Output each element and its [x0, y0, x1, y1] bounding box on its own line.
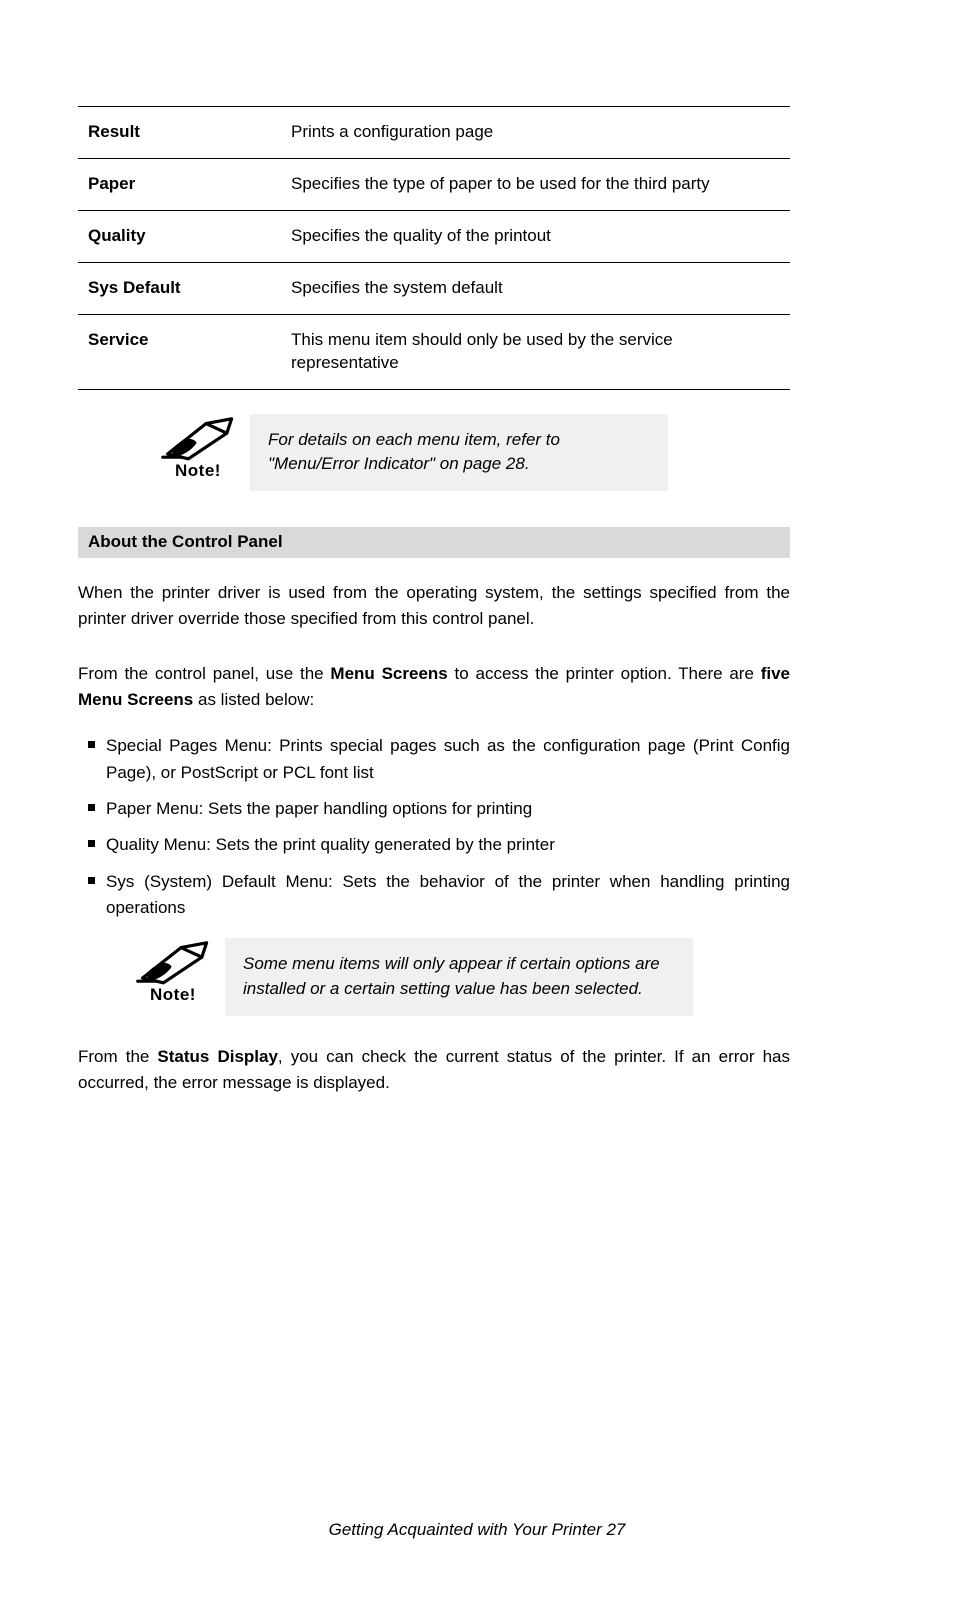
- paragraph: From the Status Display, you can check t…: [78, 1044, 790, 1097]
- list-item: Sys (System) Default Menu: Sets the beha…: [78, 869, 790, 922]
- paragraph: When the printer driver is used from the…: [78, 580, 790, 633]
- table-row: Service This menu item should only be us…: [78, 314, 790, 389]
- section-heading: About the Control Panel: [78, 527, 790, 558]
- list-item: Paper Menu: Sets the paper handling opti…: [78, 796, 790, 822]
- paragraph: From the control panel, use the Menu Scr…: [78, 661, 790, 714]
- bullet-list: Special Pages Menu: Prints special pages…: [78, 733, 790, 921]
- table-cell-label: Paper: [78, 158, 281, 210]
- note-text: For details on each menu item, refer to …: [250, 414, 668, 491]
- table-row: Result Prints a configuration page: [78, 107, 790, 159]
- table-cell-value: This menu item should only be used by th…: [281, 314, 790, 389]
- table-row: Quality Specifies the quality of the pri…: [78, 210, 790, 262]
- text-bold: Menu Screens: [330, 664, 447, 683]
- text: From the: [78, 1047, 157, 1066]
- note-block: Note! Some menu items will only appear i…: [78, 938, 790, 1015]
- table-cell-value: Specifies the system default: [281, 262, 790, 314]
- table-cell-label: Sys Default: [78, 262, 281, 314]
- text: as listed below:: [193, 690, 314, 709]
- note-text: Some menu items will only appear if cert…: [225, 938, 693, 1015]
- text: to access the printer option. There are: [448, 664, 761, 683]
- text-bold: Status Display: [157, 1047, 278, 1066]
- table-cell-label: Result: [78, 107, 281, 159]
- page-footer: Getting Acquainted with Your Printer 27: [0, 1519, 954, 1542]
- table-cell-value: Specifies the quality of the printout: [281, 210, 790, 262]
- list-item: Quality Menu: Sets the print quality gen…: [78, 832, 790, 858]
- note-icon: Note!: [133, 938, 213, 1002]
- table-row: Paper Specifies the type of paper to be …: [78, 158, 790, 210]
- table-cell-value: Prints a configuration page: [281, 107, 790, 159]
- menu-table: Result Prints a configuration page Paper…: [78, 106, 790, 390]
- table-cell-value: Specifies the type of paper to be used f…: [281, 158, 790, 210]
- list-item: Special Pages Menu: Prints special pages…: [78, 733, 790, 786]
- table-cell-label: Service: [78, 314, 281, 389]
- table-cell-label: Quality: [78, 210, 281, 262]
- note-block: Note! For details on each menu item, ref…: [78, 414, 790, 491]
- table-row: Sys Default Specifies the system default: [78, 262, 790, 314]
- note-icon: Note!: [158, 414, 238, 478]
- text: From the control panel, use the: [78, 664, 330, 683]
